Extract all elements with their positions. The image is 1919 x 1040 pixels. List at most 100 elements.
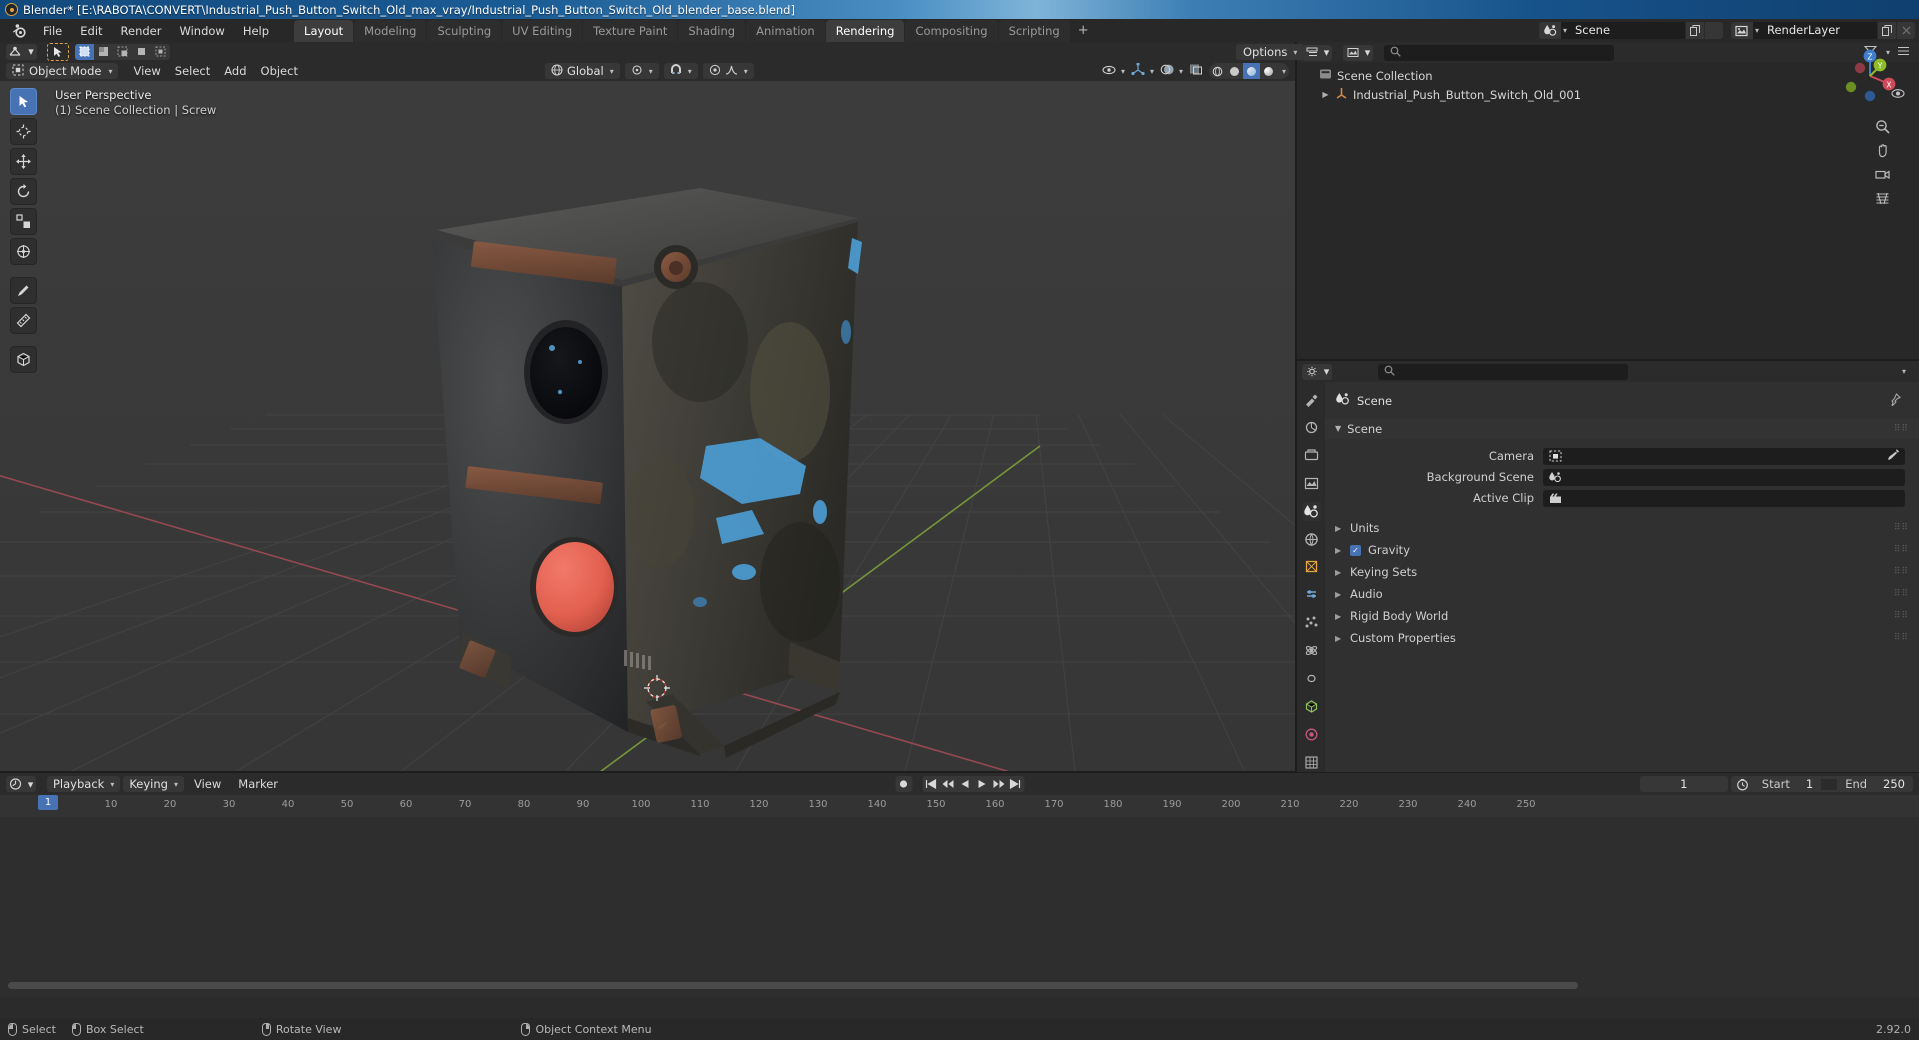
timeline-menu-marker[interactable]: Marker [231, 775, 285, 793]
menu-window[interactable]: Window [170, 21, 233, 41]
overlays-icon[interactable] [1160, 63, 1174, 79]
menu-help[interactable]: Help [234, 21, 278, 41]
eyedropper-icon[interactable] [1887, 448, 1900, 464]
properties-tab-physics[interactable] [1302, 641, 1321, 660]
outliner-editor-type-selector[interactable]: ▾ [1302, 45, 1332, 61]
tab-modeling[interactable]: Modeling [354, 20, 426, 42]
playback-chevron-down-icon[interactable]: ▾ [110, 780, 114, 789]
timeline-editor[interactable]: ▾ Playback ▾ Keying ▾ View Marker [0, 773, 1919, 1018]
properties-tab-render[interactable] [1302, 418, 1321, 437]
tweak-tool-icon[interactable] [10, 88, 37, 115]
play-icon[interactable] [973, 776, 990, 792]
end-frame-value[interactable]: 250 [1875, 777, 1913, 791]
section-audio[interactable]: ▶ Audio ⠿⠿ [1325, 584, 1919, 604]
tab-compositing[interactable]: Compositing [905, 20, 997, 42]
play-reverse-icon[interactable] [956, 776, 973, 792]
subtract-select-icon[interactable] [113, 44, 132, 60]
select-mode-group[interactable] [75, 44, 170, 60]
scene-name[interactable]: Scene [1567, 22, 1685, 39]
jump-prev-keyframe-icon[interactable] [939, 776, 956, 792]
tab-uv-editing[interactable]: UV Editing [502, 20, 582, 42]
view-layer-selector[interactable]: ▾ RenderLayer [1731, 22, 1915, 39]
proportional-edit-toggle[interactable]: ▾ [703, 63, 754, 79]
editor-type-3dview-icon[interactable] [6, 44, 25, 60]
properties-tab-tool[interactable] [1302, 390, 1321, 409]
jump-next-keyframe-icon[interactable] [990, 776, 1007, 792]
blender-logo-icon[interactable] [8, 21, 30, 41]
snap-chevron-down-icon[interactable]: ▾ [688, 67, 692, 76]
zoom-icon[interactable] [1874, 118, 1891, 135]
viewport-menu-object[interactable]: Object [254, 62, 305, 80]
extend-select-icon[interactable] [94, 44, 113, 60]
invert-select-icon[interactable] [132, 44, 151, 60]
tab-layout[interactable]: Layout [294, 20, 353, 42]
add-cube-tool-icon[interactable] [10, 346, 37, 373]
properties-tab-particles[interactable] [1302, 613, 1321, 632]
properties-tab-material[interactable] [1302, 725, 1321, 744]
gravity-checkbox[interactable]: ✓ [1350, 545, 1361, 556]
transform-tool-icon[interactable] [10, 238, 37, 265]
custom-properties-expand-tri-icon[interactable]: ▶ [1335, 634, 1343, 643]
object-expand-tri-icon[interactable]: ▶ [1321, 90, 1330, 99]
properties-tab-view-layer[interactable] [1302, 474, 1321, 493]
tab-sculpting[interactable]: Sculpting [427, 20, 501, 42]
timeline-horizontal-scrollbar[interactable] [8, 982, 1578, 989]
gizmo-chevron-down-icon[interactable]: ▾ [1150, 67, 1154, 76]
section-keying-sets[interactable]: ▶ Keying Sets ⠿⠿ [1325, 562, 1919, 582]
visibility-icon[interactable] [1102, 64, 1116, 79]
xray-icon[interactable] [1189, 63, 1203, 79]
viewport-canvas[interactable] [0, 42, 1295, 772]
scale-tool-icon[interactable] [10, 208, 37, 235]
current-frame-field[interactable]: 1 [1640, 776, 1728, 792]
new-view-layer-button[interactable] [1877, 22, 1896, 39]
jump-to-end-icon[interactable] [1007, 776, 1024, 792]
menu-edit[interactable]: Edit [71, 21, 111, 41]
set-select-icon[interactable] [75, 44, 94, 60]
viewport-menu-select[interactable]: Select [168, 62, 217, 80]
wireframe-shading-icon[interactable] [1209, 63, 1226, 79]
pin-icon[interactable] [1888, 393, 1901, 409]
transform-orientation-selector[interactable]: Global ▾ [545, 63, 620, 79]
properties-search-input[interactable] [1378, 364, 1628, 380]
outliner-search-input[interactable] [1384, 45, 1614, 61]
editor-type-chevron-icon[interactable]: ▾ [25, 44, 37, 60]
gizmo-icon[interactable] [1131, 63, 1145, 79]
viewport-menu-add[interactable]: Add [217, 62, 253, 80]
view-layer-display-icon[interactable] [1343, 45, 1362, 61]
frame-range-fields[interactable]: Start 1 End 250 [1731, 776, 1913, 792]
timeline-body[interactable] [0, 817, 1919, 997]
properties-tab-object-data[interactable] [1302, 697, 1321, 716]
menu-render[interactable]: Render [112, 21, 171, 41]
properties-tab-output[interactable] [1302, 446, 1321, 465]
properties-tab-object[interactable] [1302, 558, 1321, 577]
editor-type-properties-icon[interactable] [1302, 364, 1321, 380]
section-custom-properties[interactable]: ▶ Custom Properties ⠿⠿ [1325, 628, 1919, 648]
visibility-chevron-down-icon[interactable]: ▾ [1121, 67, 1125, 76]
overlays-chevron-down-icon[interactable]: ▾ [1179, 67, 1183, 76]
viewport-shading-group[interactable]: ▾ [1209, 63, 1289, 79]
shading-chevron-down-icon[interactable]: ▾ [1277, 63, 1289, 79]
material-preview-shading-icon[interactable] [1243, 63, 1260, 79]
audio-expand-tri-icon[interactable]: ▶ [1335, 590, 1343, 599]
viewport-menu-view[interactable]: View [126, 62, 167, 80]
cursor-tool-icon[interactable] [10, 118, 37, 145]
scene-panel-header[interactable]: ▼ Scene ⠿⠿ [1325, 418, 1919, 439]
timeline-type-chevron-icon[interactable]: ▾ [25, 776, 36, 792]
outliner-row-object[interactable]: ▶ Industrial_Push_Button_Switch_Old_001 [1297, 85, 1919, 104]
smooth-falloff-icon[interactable] [725, 64, 738, 78]
editor-type-timeline-icon[interactable] [6, 776, 25, 792]
gravity-expand-tri-icon[interactable]: ▶ [1335, 546, 1343, 555]
keying-sets-expand-tri-icon[interactable]: ▶ [1335, 568, 1343, 577]
units-expand-tri-icon[interactable]: ▶ [1335, 524, 1343, 533]
section-units[interactable]: ▶ Units ⠿⠿ [1325, 518, 1919, 538]
falloff-chevron-down-icon[interactable]: ▾ [744, 67, 748, 76]
new-scene-button[interactable] [1685, 22, 1704, 39]
unlink-scene-button[interactable]: x-icon [1704, 22, 1723, 39]
orientation-chevron-down-icon[interactable]: ▾ [610, 67, 614, 76]
editor-type-selector[interactable]: ▾ [6, 44, 37, 60]
properties-type-chevron-icon[interactable]: ▾ [1321, 364, 1332, 380]
tab-shading[interactable]: Shading [678, 20, 745, 42]
panel-expand-tri-icon[interactable]: ▼ [1335, 424, 1341, 433]
properties-tab-constraints[interactable] [1302, 669, 1321, 688]
mode-chevron-down-icon[interactable]: ▾ [108, 67, 112, 76]
